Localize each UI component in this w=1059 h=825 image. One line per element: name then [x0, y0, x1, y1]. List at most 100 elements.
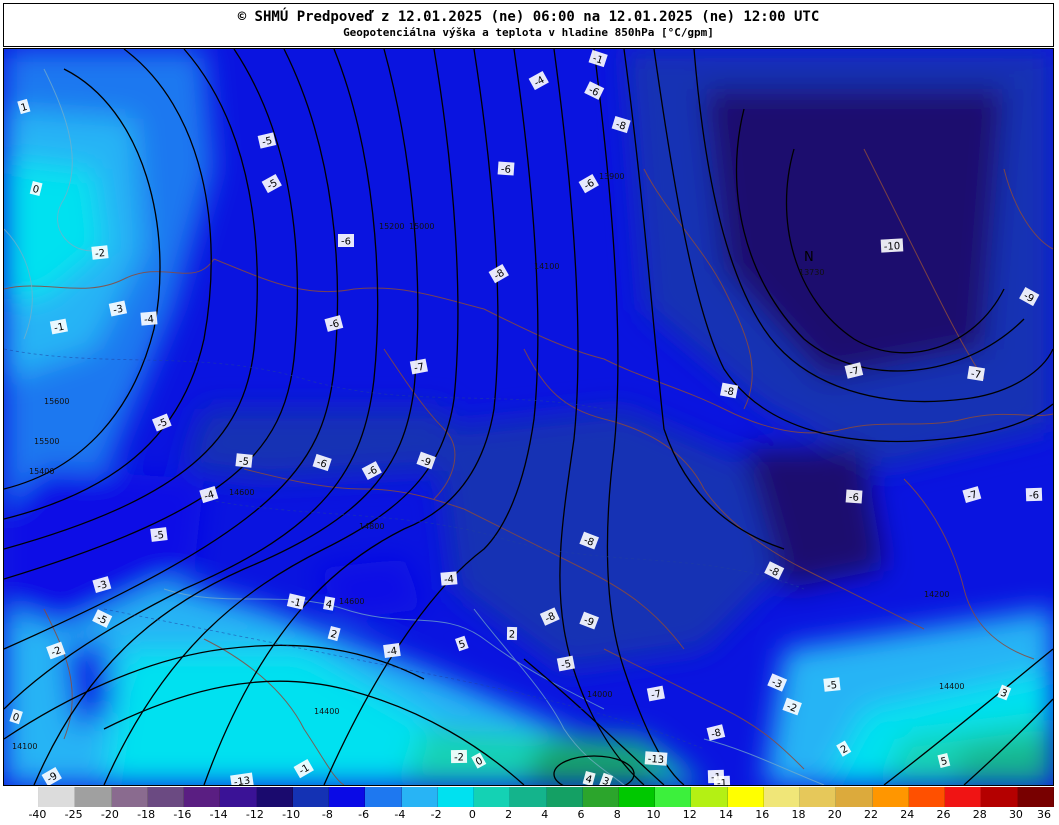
temperature-value: -2: [91, 245, 109, 260]
legend-swatch: [401, 787, 438, 807]
svg-text:2: 2: [509, 629, 516, 640]
legend-tick-label: 36: [1037, 808, 1051, 821]
height-label: 14400: [939, 682, 964, 691]
legend-tick-label: 18: [791, 808, 806, 821]
legend-swatch: [763, 787, 801, 807]
legend-ticks: -40 -25 -20 -18 -16 -14 -12 -10 -8 -6 -4 -2 0 2 4 6 8 10 1…: [3, 808, 1054, 824]
legend-tick-label: -8: [321, 808, 333, 821]
legend-tick-label: 4: [541, 808, 549, 821]
svg-text:-5: -5: [560, 659, 572, 672]
legend-tick-label: 26: [936, 808, 951, 821]
temperature-value: -7: [967, 365, 985, 381]
legend-swatch: [1017, 787, 1054, 807]
height-label: 15400: [29, 467, 54, 476]
height-label: 14100: [534, 262, 559, 271]
legend-swatch: [437, 787, 475, 807]
legend-tick-label: -20: [100, 808, 119, 821]
legend-swatch: [546, 787, 583, 807]
height-label: 15000: [409, 222, 434, 231]
legend-swatch: [474, 787, 511, 807]
svg-text:-8: -8: [723, 386, 735, 399]
legend-tick-label: 10: [646, 808, 661, 821]
svg-text:-13: -13: [647, 754, 664, 766]
weather-map: 15600 15500 15400 14600 14800 14600 1440…: [3, 48, 1054, 786]
legend-swatch: [75, 787, 112, 807]
legend-swatch: [3, 787, 40, 807]
legend-tick-label: -4: [394, 808, 406, 821]
legend-swatch: [800, 787, 837, 807]
svg-text:-7: -7: [413, 362, 425, 375]
height-label: 14100: [12, 742, 37, 751]
svg-text:-6: -6: [341, 237, 351, 248]
height-label: 14800: [359, 522, 384, 531]
page-title: © SHMÚ Predpoveď z 12.01.2025 (ne) 06:00…: [237, 9, 820, 25]
height-label: 14600: [339, 597, 364, 606]
temperature-value: -6: [845, 489, 863, 504]
svg-text:-1: -1: [53, 322, 65, 335]
legend-swatch: [292, 787, 330, 807]
color-legend: [3, 787, 1054, 807]
svg-text:-4: -4: [386, 646, 397, 658]
temperature-value: -2: [450, 749, 468, 764]
svg-text:-5: -5: [153, 530, 164, 542]
svg-text:-5: -5: [827, 680, 838, 692]
temperature-value: -4: [140, 311, 158, 326]
legend-tick-label: 28: [972, 808, 987, 821]
temperature-value: -6: [497, 161, 515, 176]
legend-swatch: [727, 787, 764, 807]
height-label: 15600: [44, 397, 69, 406]
legend-swatch: [691, 787, 728, 807]
svg-text:-4: -4: [144, 314, 155, 326]
legend-swatch: [981, 787, 1018, 807]
legend-swatch: [945, 787, 982, 807]
temperature-value: -5: [235, 453, 253, 468]
svg-text:-13: -13: [233, 775, 251, 785]
temperature-value: 2: [506, 626, 518, 641]
legend-swatch: [365, 787, 402, 807]
legend-swatch: [147, 787, 185, 807]
legend-tick-label: -40: [28, 808, 47, 821]
svg-text:-7: -7: [650, 689, 662, 702]
legend-swatch: [510, 787, 547, 807]
legend-tick-label: -14: [209, 808, 228, 821]
legend-tick-label: -6: [358, 808, 370, 821]
temperature-value: -5: [823, 677, 841, 692]
svg-text:-10: -10: [884, 241, 901, 253]
legend-swatch: [836, 787, 873, 807]
height-label: 14600: [229, 488, 254, 497]
legend-tick-label: -16: [173, 808, 192, 821]
legend-tick-label: -12: [245, 808, 264, 821]
temperature-value: -6: [338, 234, 354, 248]
svg-text:-6: -6: [849, 492, 860, 504]
legend-swatch: [655, 787, 692, 807]
legend-tick-label: 22: [863, 808, 878, 821]
svg-text:-1: -1: [717, 778, 727, 785]
height-label: 13900: [599, 172, 624, 181]
legend-tick-label: 12: [682, 808, 697, 821]
height-label: 15200: [379, 222, 404, 231]
svg-text:-6: -6: [1029, 490, 1039, 501]
height-label: 14000: [587, 690, 612, 699]
legend-tick-label: -10: [282, 808, 301, 821]
legend-swatch: [329, 787, 366, 807]
height-label: 14400: [314, 707, 339, 716]
forecast-frame: © SHMÚ Predpoveď z 12.01.2025 (ne) 06:00…: [0, 0, 1059, 825]
legend-tick-label: 24: [900, 808, 915, 821]
svg-text:-5: -5: [238, 456, 249, 468]
legend-swatch: [184, 787, 221, 807]
legend-swatch: [618, 787, 656, 807]
legend-tick-label: -25: [64, 808, 83, 821]
legend-tick-label: 14: [719, 808, 733, 821]
svg-text:-2: -2: [95, 248, 106, 260]
temperature-value: -6: [1025, 487, 1043, 502]
legend-tick-label: 20: [827, 808, 842, 821]
legend-swatch: [582, 787, 619, 807]
legend-tick-label: 30: [1008, 808, 1023, 821]
low-value: 13730: [799, 268, 824, 277]
legend-swatch: [111, 787, 148, 807]
height-label: 15500: [34, 437, 59, 446]
legend-swatch: [872, 787, 909, 807]
svg-text:-7: -7: [970, 369, 982, 381]
legend-tick-label: 6: [577, 808, 585, 821]
low-symbol: N: [804, 250, 814, 265]
